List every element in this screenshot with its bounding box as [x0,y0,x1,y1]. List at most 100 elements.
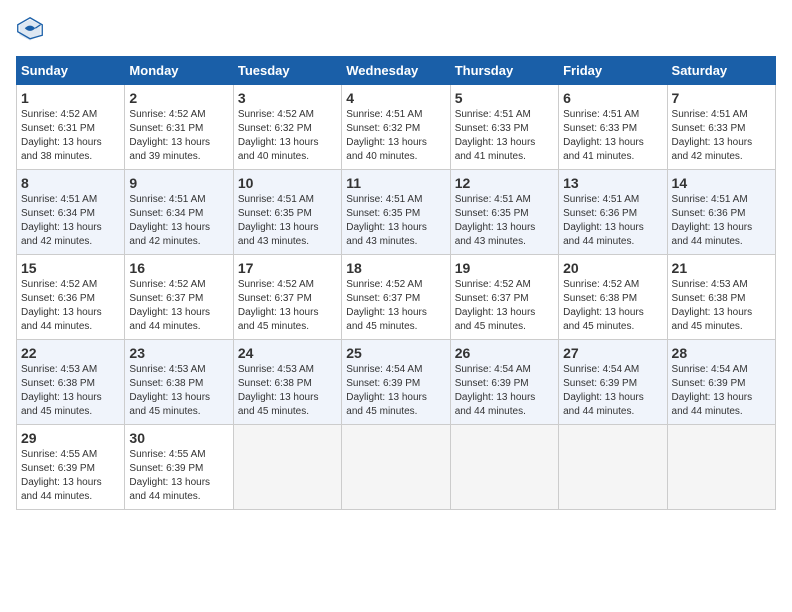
calendar-day-24: 24 Sunrise: 4:53 AMSunset: 6:38 PMDayligh… [233,340,341,425]
day-detail: Sunrise: 4:51 AMSunset: 6:33 PMDaylight:… [455,109,536,162]
calendar-week-row: 29 Sunrise: 4:55 AMSunset: 6:39 PMDayligh… [17,425,776,510]
calendar-day-empty [559,425,667,510]
day-detail: Sunrise: 4:53 AMSunset: 6:38 PMDaylight:… [21,364,102,417]
calendar-day-12: 12 Sunrise: 4:51 AMSunset: 6:35 PMDayligh… [450,170,558,255]
day-number: 1 [21,90,120,106]
day-number: 27 [563,345,662,361]
weekday-header-wednesday: Wednesday [342,57,450,85]
calendar-day-15: 15 Sunrise: 4:52 AMSunset: 6:36 PMDayligh… [17,255,125,340]
day-detail: Sunrise: 4:53 AMSunset: 6:38 PMDaylight:… [238,364,319,417]
day-detail: Sunrise: 4:55 AMSunset: 6:39 PMDaylight:… [129,449,210,502]
calendar-day-3: 3 Sunrise: 4:52 AMSunset: 6:32 PMDaylight… [233,85,341,170]
day-number: 15 [21,260,120,276]
day-detail: Sunrise: 4:52 AMSunset: 6:37 PMDaylight:… [346,279,427,332]
day-number: 2 [129,90,228,106]
day-number: 3 [238,90,337,106]
day-number: 12 [455,175,554,191]
calendar-day-23: 23 Sunrise: 4:53 AMSunset: 6:38 PMDayligh… [125,340,233,425]
weekday-header-tuesday: Tuesday [233,57,341,85]
day-detail: Sunrise: 4:51 AMSunset: 6:36 PMDaylight:… [672,194,753,247]
day-detail: Sunrise: 4:51 AMSunset: 6:33 PMDaylight:… [563,109,644,162]
day-number: 24 [238,345,337,361]
calendar-day-7: 7Sunrise: 4:51 AMSunset: 6:33 PMDaylight… [667,85,775,170]
day-detail: Sunrise: 4:52 AMSunset: 6:31 PMDaylight:… [129,109,210,162]
calendar-day-6: 6 Sunrise: 4:51 AMSunset: 6:33 PMDaylight… [559,85,667,170]
weekday-header-saturday: Saturday [667,57,775,85]
day-detail: Sunrise: 4:51 AMSunset: 6:35 PMDaylight:… [455,194,536,247]
day-detail: Sunrise: 4:54 AMSunset: 6:39 PMDaylight:… [346,364,427,417]
day-detail: Sunrise: 4:52 AMSunset: 6:36 PMDaylight:… [21,279,102,332]
calendar-day-22: 22 Sunrise: 4:53 AMSunset: 6:38 PMDayligh… [17,340,125,425]
calendar-day-18: 18Sunrise: 4:52 AMSunset: 6:37 PMDayligh… [342,255,450,340]
day-number: 22 [21,345,120,361]
day-detail: Sunrise: 4:52 AMSunset: 6:37 PMDaylight:… [238,279,319,332]
day-detail: Sunrise: 4:54 AMSunset: 6:39 PMDaylight:… [455,364,536,417]
day-number: 28 [672,345,771,361]
day-number: 4 [346,90,445,106]
day-number: 16 [129,260,228,276]
calendar-day-5: 5 Sunrise: 4:51 AMSunset: 6:33 PMDaylight… [450,85,558,170]
weekday-header-row: SundayMondayTuesdayWednesdayThursdayFrid… [17,57,776,85]
day-detail: Sunrise: 4:51 AMSunset: 6:35 PMDaylight:… [238,194,319,247]
weekday-header-sunday: Sunday [17,57,125,85]
day-detail: Sunrise: 4:54 AMSunset: 6:39 PMDaylight:… [672,364,753,417]
calendar-day-25: 25 Sunrise: 4:54 AMSunset: 6:39 PMDayligh… [342,340,450,425]
calendar-day-13: 13 Sunrise: 4:51 AMSunset: 6:36 PMDayligh… [559,170,667,255]
calendar-day-30: 30 Sunrise: 4:55 AMSunset: 6:39 PMDayligh… [125,425,233,510]
day-number: 25 [346,345,445,361]
day-detail: Sunrise: 4:52 AMSunset: 6:37 PMDaylight:… [455,279,536,332]
weekday-header-friday: Friday [559,57,667,85]
calendar-day-19: 19Sunrise: 4:52 AMSunset: 6:37 PMDayligh… [450,255,558,340]
day-detail: Sunrise: 4:51 AMSunset: 6:36 PMDaylight:… [563,194,644,247]
calendar-day-11: 11 Sunrise: 4:51 AMSunset: 6:35 PMDayligh… [342,170,450,255]
day-number: 14 [672,175,771,191]
logo [16,16,48,44]
calendar-day-9: 9Sunrise: 4:51 AMSunset: 6:34 PMDaylight… [125,170,233,255]
calendar-table: SundayMondayTuesdayWednesdayThursdayFrid… [16,56,776,510]
calendar-day-21: 21 Sunrise: 4:53 AMSunset: 6:38 PMDayligh… [667,255,775,340]
day-number: 21 [672,260,771,276]
day-detail: Sunrise: 4:52 AMSunset: 6:32 PMDaylight:… [238,109,319,162]
day-detail: Sunrise: 4:51 AMSunset: 6:34 PMDaylight:… [21,194,102,247]
day-number: 29 [21,430,120,446]
day-number: 20 [563,260,662,276]
calendar-day-20: 20Sunrise: 4:52 AMSunset: 6:38 PMDayligh… [559,255,667,340]
calendar-day-empty [342,425,450,510]
calendar-day-29: 29 Sunrise: 4:55 AMSunset: 6:39 PMDayligh… [17,425,125,510]
calendar-week-row: 15 Sunrise: 4:52 AMSunset: 6:36 PMDayligh… [17,255,776,340]
calendar-week-row: 22 Sunrise: 4:53 AMSunset: 6:38 PMDayligh… [17,340,776,425]
day-detail: Sunrise: 4:53 AMSunset: 6:38 PMDaylight:… [129,364,210,417]
day-detail: Sunrise: 4:55 AMSunset: 6:39 PMDaylight:… [21,449,102,502]
calendar-day-empty [667,425,775,510]
day-number: 13 [563,175,662,191]
calendar-day-4: 4 Sunrise: 4:51 AMSunset: 6:32 PMDaylight… [342,85,450,170]
calendar-day-2: 2 Sunrise: 4:52 AMSunset: 6:31 PMDaylight… [125,85,233,170]
calendar-week-row: 8 Sunrise: 4:51 AMSunset: 6:34 PMDaylight… [17,170,776,255]
day-number: 7 [672,90,771,106]
day-detail: Sunrise: 4:51 AMSunset: 6:35 PMDaylight:… [346,194,427,247]
calendar-day-empty [450,425,558,510]
calendar-day-14: 14 Sunrise: 4:51 AMSunset: 6:36 PMDayligh… [667,170,775,255]
day-number: 30 [129,430,228,446]
day-detail: Sunrise: 4:54 AMSunset: 6:39 PMDaylight:… [563,364,644,417]
day-detail: Sunrise: 4:51 AMSunset: 6:34 PMDaylight:… [129,194,210,247]
day-number: 17 [238,260,337,276]
page-header [16,16,776,44]
calendar-day-26: 26Sunrise: 4:54 AMSunset: 6:39 PMDayligh… [450,340,558,425]
day-detail: Sunrise: 4:51 AMSunset: 6:32 PMDaylight:… [346,109,427,162]
calendar-day-1: 1 Sunrise: 4:52 AMSunset: 6:31 PMDaylight… [17,85,125,170]
day-number: 5 [455,90,554,106]
calendar-day-10: 10Sunrise: 4:51 AMSunset: 6:35 PMDayligh… [233,170,341,255]
calendar-week-row: 1 Sunrise: 4:52 AMSunset: 6:31 PMDaylight… [17,85,776,170]
day-number: 6 [563,90,662,106]
day-number: 23 [129,345,228,361]
day-number: 11 [346,175,445,191]
calendar-day-27: 27 Sunrise: 4:54 AMSunset: 6:39 PMDayligh… [559,340,667,425]
weekday-header-thursday: Thursday [450,57,558,85]
day-detail: Sunrise: 4:52 AMSunset: 6:31 PMDaylight:… [21,109,102,162]
calendar-day-16: 16 Sunrise: 4:52 AMSunset: 6:37 PMDayligh… [125,255,233,340]
day-detail: Sunrise: 4:52 AMSunset: 6:37 PMDaylight:… [129,279,210,332]
calendar-day-empty [233,425,341,510]
day-number: 8 [21,175,120,191]
day-detail: Sunrise: 4:53 AMSunset: 6:38 PMDaylight:… [672,279,753,332]
